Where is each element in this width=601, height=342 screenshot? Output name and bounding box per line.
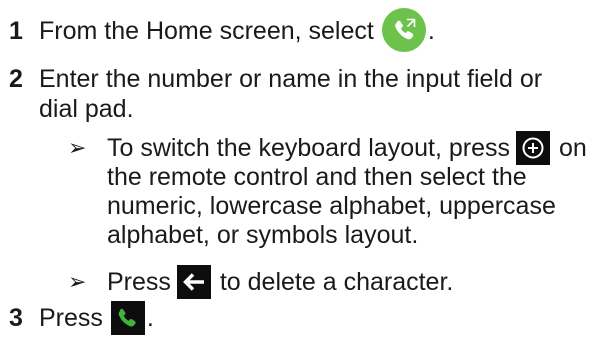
step-text-line-2: dial pad. — [39, 95, 134, 123]
bullet-text-after: on — [558, 134, 587, 162]
bullet-text: Press to delete a character. — [107, 265, 454, 300]
step-number: 2 — [9, 65, 23, 93]
bullet-text-line-3: numeric, lowercase alphabet, uppercase — [107, 192, 556, 220]
step-text-line-1: Enter the number or name in the input fi… — [39, 65, 543, 93]
step-text: Press . — [39, 301, 154, 336]
arrow-left-icon — [176, 265, 211, 300]
bullet-arrow-icon: ➢ — [68, 135, 87, 160]
step-number: 3 — [9, 304, 23, 332]
step-text-before: From the Home screen, select — [39, 17, 374, 45]
plus-circle-icon — [515, 131, 550, 166]
phone-icon — [110, 301, 145, 336]
bullet-text-line-4: alphabet, or symbols layout. — [107, 221, 419, 249]
bullet-text-before: Press — [107, 268, 171, 296]
step-text: From the Home screen, select . — [39, 8, 435, 53]
bullet-text-before: To switch the keyboard layout, press — [107, 134, 510, 162]
step-text-before: Press — [39, 304, 103, 332]
bullet-text-line-2: the remote control and then select the — [107, 163, 527, 191]
step-text-after: . — [427, 17, 435, 45]
bullet-text-after: to delete a character. — [219, 268, 454, 296]
bullet-arrow-icon: ➢ — [68, 269, 87, 294]
bullet-text-line-1: To switch the keyboard layout, press on — [107, 131, 587, 166]
step-text-after: . — [146, 304, 154, 332]
step-number: 1 — [9, 17, 23, 45]
phone-call-app-icon — [381, 8, 426, 53]
